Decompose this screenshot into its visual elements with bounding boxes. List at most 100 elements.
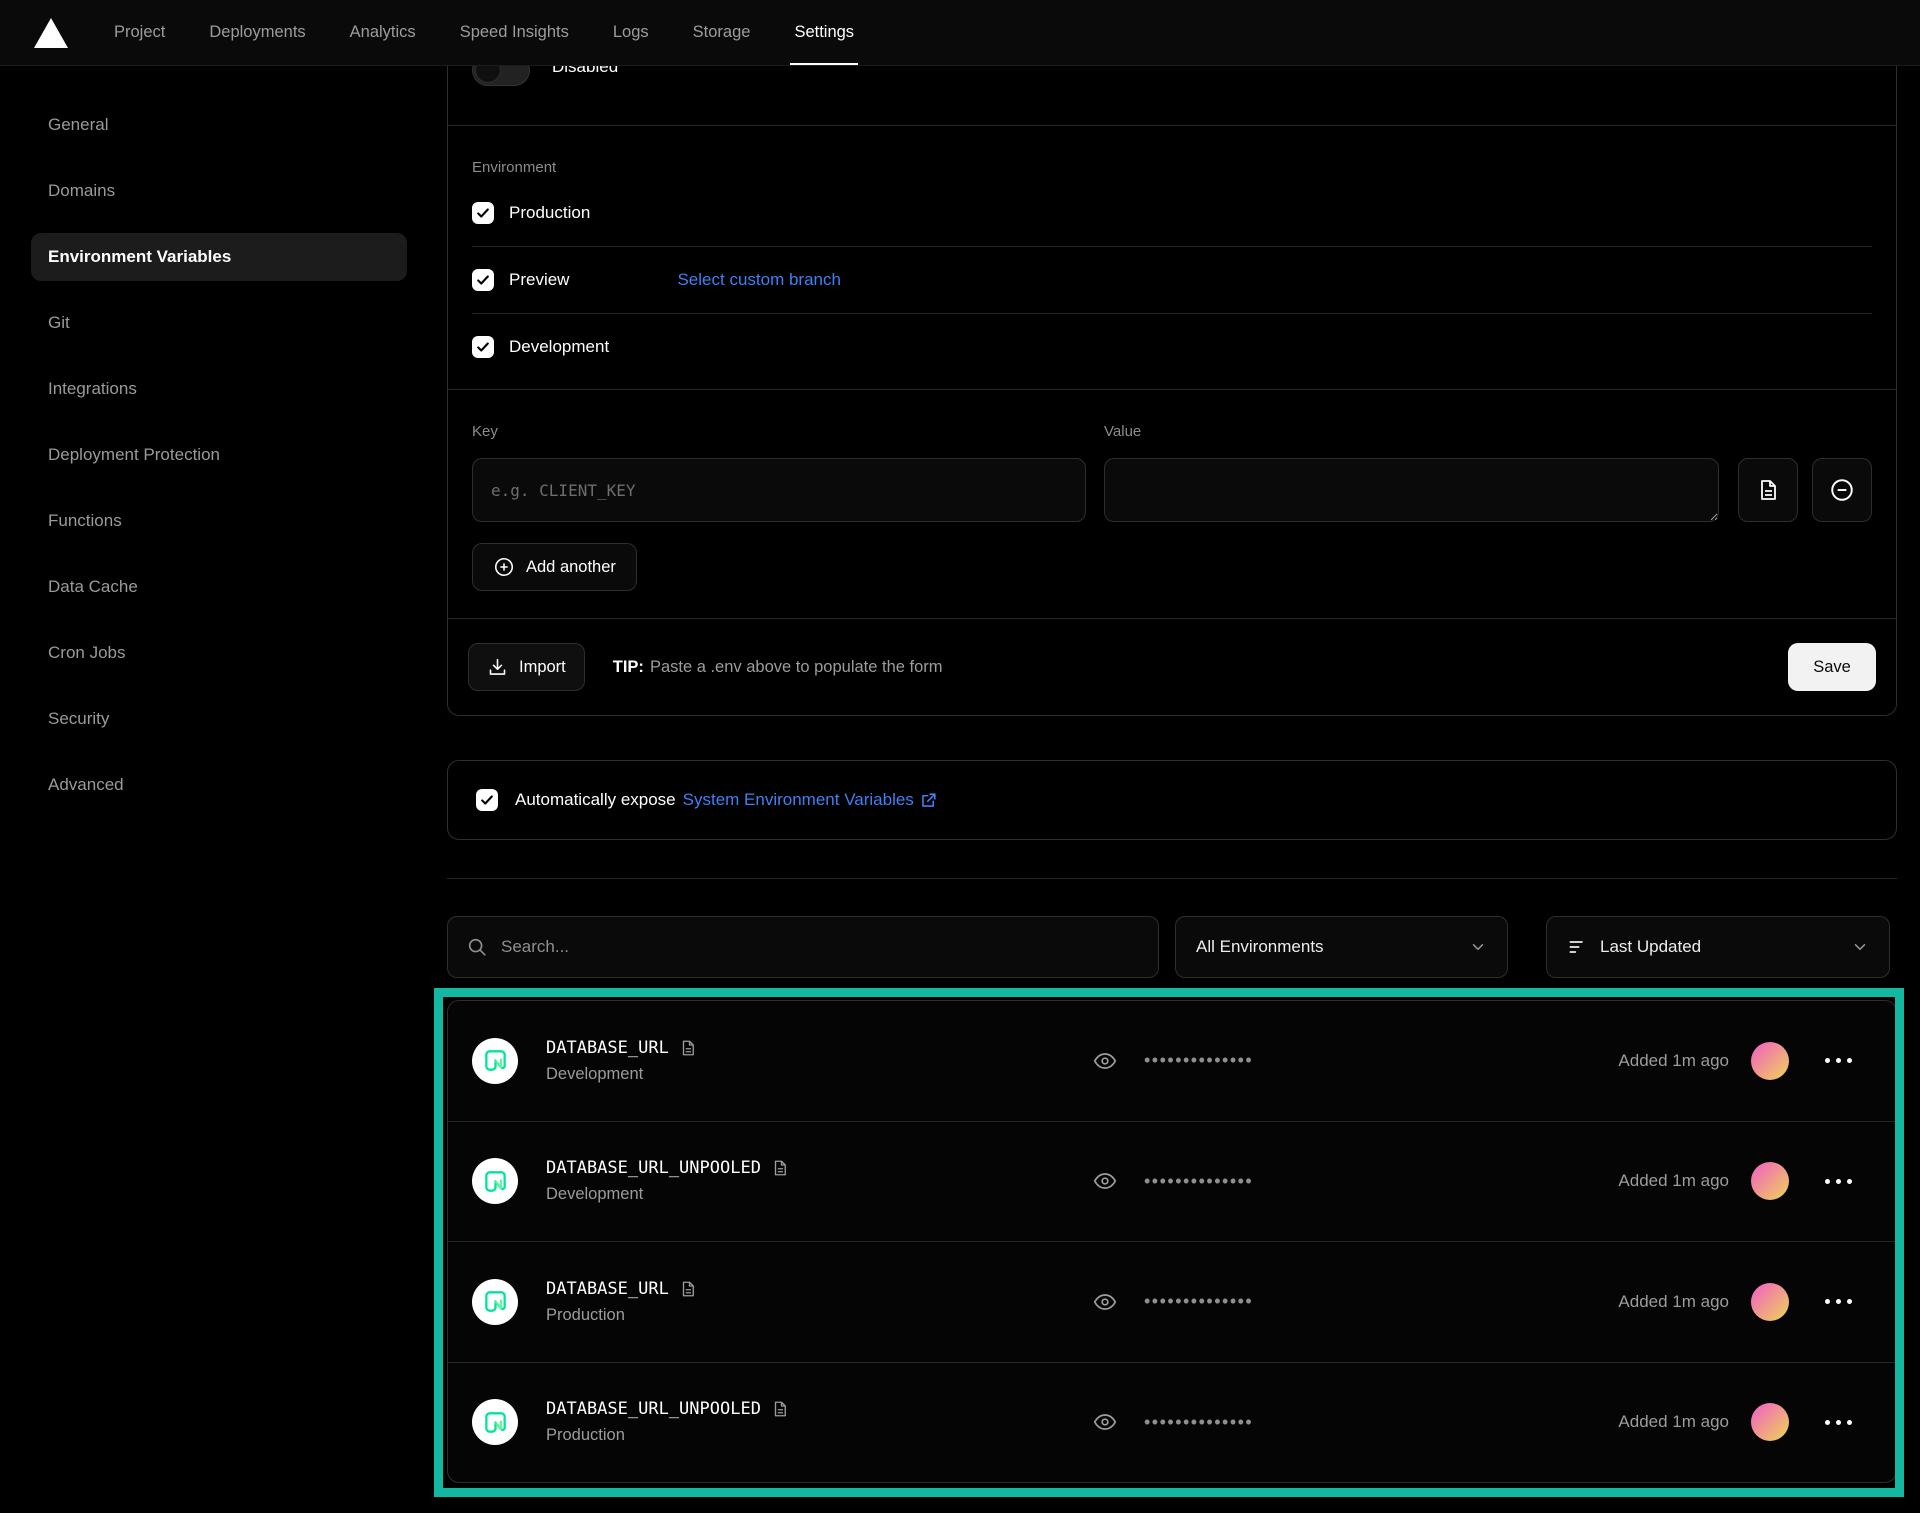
note-icon[interactable]: [679, 1039, 697, 1057]
avatar: [1751, 1283, 1789, 1321]
production-checkbox[interactable]: [472, 202, 494, 224]
sidebar-item-integrations[interactable]: Integrations: [31, 365, 407, 413]
import-button[interactable]: Import: [468, 643, 585, 691]
sort-lines-icon: [1567, 937, 1587, 957]
sort-select[interactable]: Last Updated: [1546, 916, 1890, 978]
key-field-label: Key: [472, 423, 498, 440]
sidebar-item-git[interactable]: Git: [31, 299, 407, 347]
section-divider: [448, 125, 1896, 126]
env-variable-row[interactable]: DATABASE_URL_UNPOOLED Production •••••••…: [448, 1362, 1896, 1483]
key-input[interactable]: [472, 458, 1086, 522]
env-target-label: Development: [546, 1185, 966, 1204]
add-another-button[interactable]: Add another: [472, 543, 637, 591]
file-text-icon: [1756, 478, 1780, 502]
env-variable-row[interactable]: DATABASE_URL_UNPOOLED Development ••••••…: [448, 1121, 1896, 1242]
neon-integration-icon: [472, 1158, 518, 1204]
form-footer: Import TIP:Paste a .env above to populat…: [448, 619, 1896, 715]
sidebar-item-functions[interactable]: Functions: [31, 497, 407, 545]
env-variable-row[interactable]: DATABASE_URL Production •••••••••••••• A…: [448, 1241, 1896, 1362]
env-variables-list: DATABASE_URL Development •••••••••••••• …: [447, 1000, 1897, 1483]
development-checkbox[interactable]: [472, 336, 494, 358]
select-custom-branch-link[interactable]: Select custom branch: [677, 270, 840, 290]
masked-value: ••••••••••••••: [1144, 1050, 1253, 1071]
nav-tab-storage[interactable]: Storage: [675, 0, 769, 65]
save-button[interactable]: Save: [1788, 643, 1876, 691]
value-field-label: Value: [1104, 423, 1141, 440]
sidebar-item-general[interactable]: General: [31, 101, 407, 149]
sidebar-item-advanced[interactable]: Advanced: [31, 761, 407, 809]
row-menu-button[interactable]: [1825, 1058, 1852, 1063]
masked-value: ••••••••••••••: [1144, 1412, 1253, 1433]
external-link-icon: [919, 791, 938, 810]
minus-circle-icon: [1829, 477, 1855, 503]
env-target-label: Production: [546, 1426, 966, 1445]
content-divider: [447, 878, 1897, 879]
row-menu-button[interactable]: [1825, 1179, 1852, 1184]
sidebar-item-cron-jobs[interactable]: Cron Jobs: [31, 629, 407, 677]
production-checkbox-label: Production: [509, 203, 590, 223]
download-icon: [487, 657, 508, 678]
row-menu-button[interactable]: [1825, 1299, 1852, 1304]
search-input[interactable]: [501, 937, 1140, 957]
nav-tab-analytics[interactable]: Analytics: [332, 0, 434, 65]
avatar: [1751, 1042, 1789, 1080]
eye-icon[interactable]: [1092, 1289, 1118, 1315]
eye-icon[interactable]: [1092, 1409, 1118, 1435]
search-icon: [466, 936, 488, 958]
environment-section-label: Environment: [472, 159, 556, 176]
env-target-label: Production: [546, 1306, 966, 1325]
production-checkbox-row: Production: [472, 179, 1872, 246]
row-menu-button[interactable]: [1825, 1420, 1852, 1425]
section-divider: [448, 389, 1896, 390]
added-timestamp: Added 1m ago: [1618, 1292, 1729, 1312]
neon-integration-icon: [472, 1279, 518, 1325]
avatar: [1751, 1162, 1789, 1200]
sidebar-item-data-cache[interactable]: Data Cache: [31, 563, 407, 611]
environment-filter-select[interactable]: All Environments: [1175, 916, 1508, 978]
eye-icon[interactable]: [1092, 1048, 1118, 1074]
env-variable-row[interactable]: DATABASE_URL Development •••••••••••••• …: [448, 1001, 1896, 1121]
avatar: [1751, 1403, 1789, 1441]
plus-circle-icon: [493, 556, 515, 578]
system-env-text: Automatically expose: [515, 790, 676, 810]
nav-tab-speed-insights[interactable]: Speed Insights: [442, 0, 587, 65]
vercel-logo-icon[interactable]: [34, 18, 68, 48]
import-tip: TIP:Paste a .env above to populate the f…: [613, 658, 943, 677]
value-input[interactable]: [1104, 458, 1719, 522]
preview-checkbox-row: Preview Select custom branch: [472, 246, 1872, 313]
sidebar-item-security[interactable]: Security: [31, 695, 407, 743]
note-icon[interactable]: [771, 1159, 789, 1177]
sidebar-item-domains[interactable]: Domains: [31, 167, 407, 215]
add-variable-panel: Disabled Environment Production Preview …: [447, 8, 1897, 716]
neon-integration-icon: [472, 1038, 518, 1084]
system-env-panel: Automatically expose System Environment …: [447, 760, 1897, 840]
eye-icon[interactable]: [1092, 1168, 1118, 1194]
chevron-down-icon: [1851, 938, 1869, 956]
development-checkbox-label: Development: [509, 337, 609, 357]
neon-integration-icon: [472, 1399, 518, 1445]
development-checkbox-row: Development: [472, 313, 1872, 380]
chevron-down-icon: [1469, 938, 1487, 956]
system-env-checkbox[interactable]: [476, 789, 498, 811]
search-box: [447, 916, 1159, 978]
system-env-link[interactable]: System Environment Variables: [683, 790, 938, 810]
preview-checkbox[interactable]: [472, 269, 494, 291]
nav-tab-settings[interactable]: Settings: [776, 0, 872, 65]
top-navbar: Project Deployments Analytics Speed Insi…: [0, 0, 1920, 66]
note-icon[interactable]: [771, 1400, 789, 1418]
preview-checkbox-label: Preview: [509, 270, 569, 290]
remove-row-button[interactable]: [1812, 458, 1872, 522]
added-timestamp: Added 1m ago: [1618, 1171, 1729, 1191]
nav-tab-logs[interactable]: Logs: [595, 0, 667, 65]
sidebar-item-environment-variables[interactable]: Environment Variables: [31, 233, 407, 281]
sidebar-item-deployment-protection[interactable]: Deployment Protection: [31, 431, 407, 479]
note-icon[interactable]: [679, 1280, 697, 1298]
settings-sidebar: General Domains Environment Variables Gi…: [31, 101, 407, 827]
added-timestamp: Added 1m ago: [1618, 1051, 1729, 1071]
nav-tab-deployments[interactable]: Deployments: [191, 0, 323, 65]
paste-env-button[interactable]: [1738, 458, 1798, 522]
nav-tab-project[interactable]: Project: [96, 0, 183, 65]
masked-value: ••••••••••••••: [1144, 1291, 1253, 1312]
env-target-label: Development: [546, 1065, 966, 1084]
masked-value: ••••••••••••••: [1144, 1171, 1253, 1192]
